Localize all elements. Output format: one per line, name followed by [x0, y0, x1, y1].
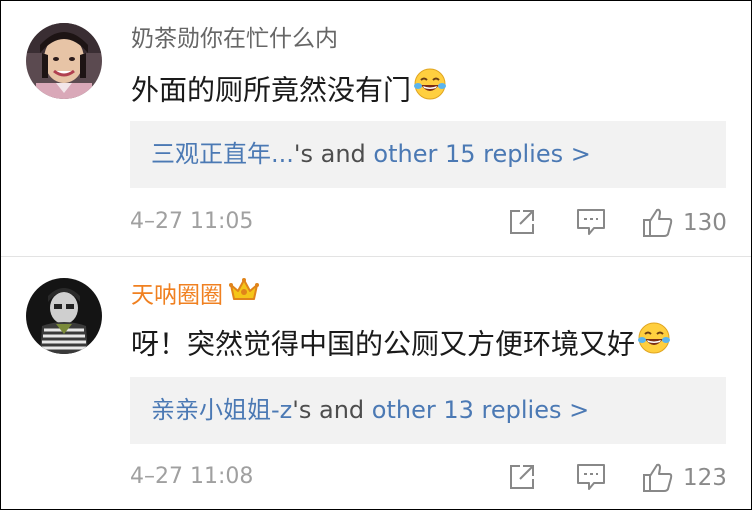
- timestamp: 4–27 11:08: [130, 464, 254, 489]
- share-button[interactable]: [507, 462, 537, 492]
- like-button[interactable]: 123: [641, 462, 733, 494]
- replies-preview[interactable]: 亲亲小姐姐-z's and other 13 replies >: [130, 377, 726, 444]
- like-count: 130: [683, 210, 727, 236]
- username[interactable]: 奶茶勋你在忙什么内: [131, 24, 338, 54]
- more-replies-link[interactable]: other 15 replies >: [373, 140, 590, 168]
- comment-icon: [577, 464, 605, 490]
- reply-button[interactable]: [575, 462, 607, 492]
- like-button[interactable]: 130: [641, 207, 733, 239]
- thumbs-up-icon: [643, 208, 673, 237]
- laughing-crying-emoji-icon: [413, 67, 447, 110]
- reply-author-link[interactable]: 三观正直年...: [151, 140, 294, 168]
- comment-list: 奶茶勋你在忙什么内 外面的厕所竟然没有门 三观正直年...'s and othe…: [0, 0, 752, 510]
- crown-badge-icon: [229, 277, 259, 311]
- timestamp: 4–27 11:05: [130, 209, 254, 234]
- reply-button[interactable]: [575, 207, 607, 237]
- more-replies-link[interactable]: other 13 replies >: [372, 396, 589, 424]
- username[interactable]: 天呐圈圈: [131, 277, 259, 313]
- like-count: 123: [683, 465, 727, 491]
- share-icon: [510, 210, 534, 234]
- comment-item: 天呐圈圈 呀！突然觉得中国的公厕又方便环境又好 亲亲小姐姐-z's and ot…: [1, 258, 751, 509]
- divider: [1, 256, 751, 257]
- thumbs-up-icon: [643, 463, 673, 492]
- comment-text: 呀！突然觉得中国的公厕又方便环境又好: [131, 321, 671, 367]
- comment-item: 奶茶勋你在忙什么内 外面的厕所竟然没有门 三观正直年...'s and othe…: [1, 1, 751, 257]
- laughing-crying-emoji-icon: [637, 321, 671, 364]
- replies-preview[interactable]: 三观正直年...'s and other 15 replies >: [130, 121, 726, 188]
- reply-author-link[interactable]: 亲亲小姐姐-z: [151, 396, 292, 424]
- share-icon: [510, 465, 534, 489]
- comment-icon: [577, 209, 605, 235]
- comment-text: 外面的厕所竟然没有门: [131, 67, 447, 113]
- share-button[interactable]: [507, 207, 537, 237]
- avatar[interactable]: [26, 23, 102, 99]
- avatar[interactable]: [26, 278, 102, 354]
